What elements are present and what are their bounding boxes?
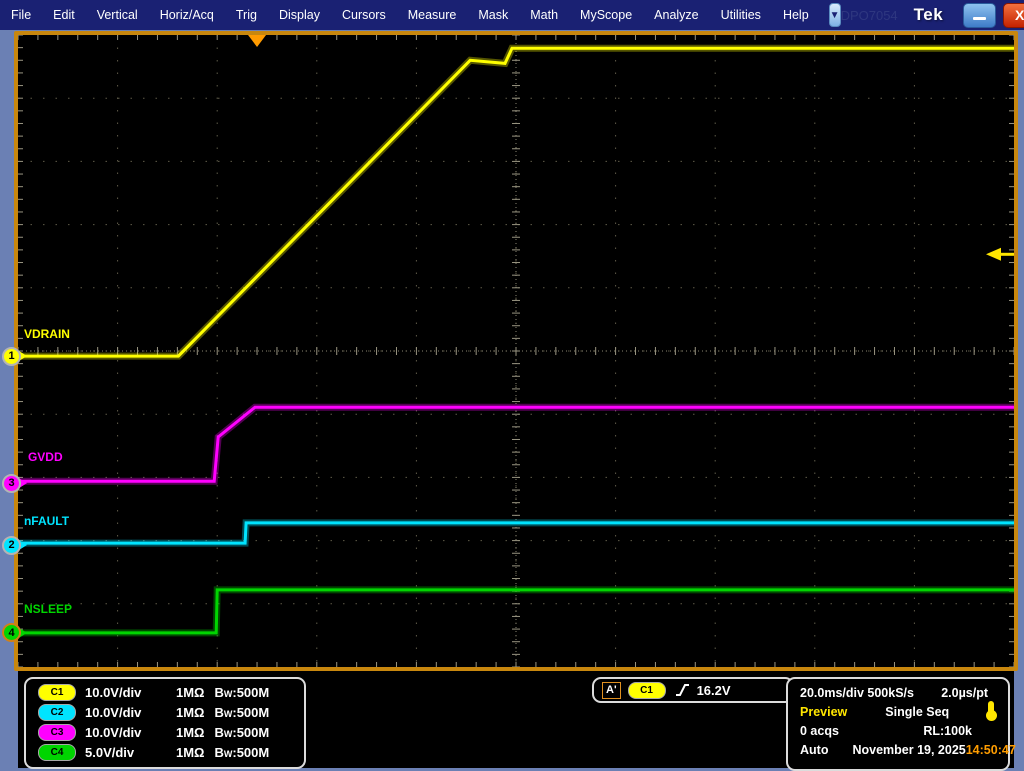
waveform-C1-fuzz [18,48,1014,356]
waveform-label-C1: VDRAIN [24,327,70,341]
menu-trig[interactable]: Trig [225,0,268,30]
trigger-level-value: 16.2V [697,683,731,698]
waveform-svg [18,35,1014,667]
menu-mask[interactable]: Mask [467,0,519,30]
titlebar-right: DPO7054 Tek X [841,3,1024,28]
sample-resolution: 2.0µs/pt [941,686,988,700]
channel-3-coupling: 1MΩBW:500M [176,725,294,740]
trigger-mode: Auto [800,743,828,757]
trigger-source-badge: C1 [628,682,666,699]
channel-4-readout[interactable]: C4 5.0V/div 1MΩBW:500M [26,742,304,762]
menu-utilities[interactable]: Utilities [710,0,772,30]
waveform-label-C2: nFAULT [24,514,69,528]
waveform-label-C3: GVDD [28,450,63,464]
minimize-icon [973,17,986,20]
rising-edge-icon [674,682,690,698]
acquisition-status-row: Preview Single Seq [788,702,1008,721]
channel-1-scale: 10.0V/div [85,685,141,700]
datetime-row: Auto November 19, 2025 14:50:47 [788,740,1008,759]
time-value: 14:50:47 [966,743,1016,757]
channel-3-readout[interactable]: C3 10.0V/div 1MΩBW:500M [26,722,304,742]
channel-position-marker-C1[interactable]: 1 [2,347,21,366]
trigger-position-icon [248,35,266,47]
channel-1-coupling: 1MΩBW:500M [176,685,294,700]
close-button[interactable]: X [1003,3,1024,28]
waveform-C3-fuzz [18,407,1014,481]
date-value: November 19, 2025 [852,743,965,757]
horizontal-readout-panel: 20.0ms/div 500kS/s 2.0µs/pt Preview Sing… [786,677,1010,771]
acq-count-row: 0 acqs RL:100k [788,721,1008,740]
minimize-button[interactable] [963,3,996,28]
channel-3-scale: 10.0V/div [85,725,141,740]
thermometer-icon [988,701,994,714]
trigger-a-badge: A' [602,682,621,699]
model-label: DPO7054 [841,8,898,23]
close-icon: X [1015,7,1024,23]
acq-count: 0 acqs [800,724,839,738]
waveform-C1 [18,48,1014,356]
channel-1-badge[interactable]: C1 [38,684,76,701]
timebase-row: 20.0ms/div 500kS/s 2.0µs/pt [788,683,1008,702]
menu-edit[interactable]: Edit [42,0,86,30]
menu-display[interactable]: Display [268,0,331,30]
menu-myscope[interactable]: MyScope [569,0,643,30]
channel-2-readout[interactable]: C2 10.0V/div 1MΩBW:500M [26,702,304,722]
channel-2-scale: 10.0V/div [85,705,141,720]
channel-3-badge[interactable]: C3 [38,724,76,741]
menu-bar: File Edit Vertical Horiz/Acq Trig Displa… [0,0,1024,30]
tek-logo: Tek [914,5,944,25]
channel-1-readout[interactable]: C1 10.0V/div 1MΩBW:500M [26,682,304,702]
waveform-label-C4: NSLEEP [24,602,72,616]
menu-file[interactable]: File [0,0,42,30]
channel-position-marker-C2[interactable]: 2 [2,536,21,555]
acq-mode: Single Seq [885,705,949,719]
menu-help[interactable]: Help [772,0,820,30]
channel-position-marker-C3[interactable]: 3 [2,474,21,493]
channel-4-coupling: 1MΩBW:500M [176,745,294,760]
readout-strip: C1 10.0V/div 1MΩBW:500M C2 10.0V/div 1MΩ… [18,671,1014,768]
record-length: RL:100k [923,724,972,738]
channel-4-badge[interactable]: C4 [38,744,76,761]
trigger-level-arrow-icon [986,248,1001,261]
menu-cursors[interactable]: Cursors [331,0,397,30]
timebase-scale: 20.0ms/div 500kS/s [800,686,914,700]
preview-status: Preview [800,705,847,719]
trigger-readout-panel[interactable]: A' C1 16.2V [592,677,794,703]
waveform-display[interactable]: GVDD nFAULT NSLEEP VDRAIN [18,35,1014,667]
channel-2-coupling: 1MΩBW:500M [176,705,294,720]
menu-dropdown-button[interactable]: ▼ [829,3,841,27]
menu-horiz-acq[interactable]: Horiz/Acq [149,0,225,30]
menu-vertical[interactable]: Vertical [86,0,149,30]
waveform-C2-fuzz [18,523,1014,543]
channel-4-scale: 5.0V/div [85,745,134,760]
menu-analyze[interactable]: Analyze [643,0,709,30]
chevron-down-icon: ▼ [830,10,840,21]
menu-measure[interactable]: Measure [397,0,468,30]
waveform-C3 [18,407,1014,481]
channel-readout-panel: C1 10.0V/div 1MΩBW:500M C2 10.0V/div 1MΩ… [24,677,306,769]
menu-math[interactable]: Math [519,0,569,30]
channel-2-badge[interactable]: C2 [38,704,76,721]
